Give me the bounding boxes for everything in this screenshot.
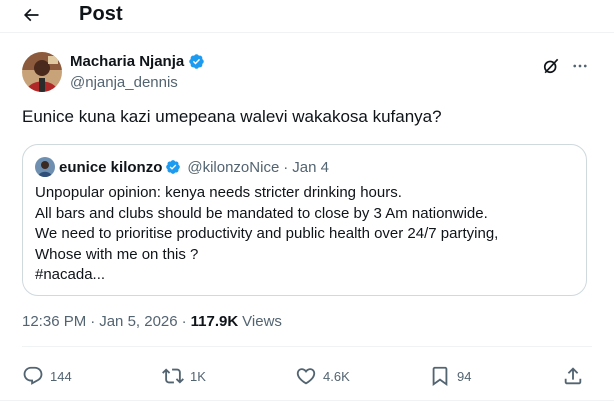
- actions-divider: [22, 346, 592, 347]
- reply-icon: [23, 366, 43, 385]
- repost-button[interactable]: 1K: [162, 362, 206, 390]
- quoted-post-header: eunice kilonzo @kilonzoNice · Jan 4: [35, 157, 329, 177]
- quoted-display-name[interactable]: eunice kilonzo: [59, 159, 162, 176]
- header-divider: [0, 32, 614, 33]
- author-handle[interactable]: @njanja_dennis: [70, 74, 178, 91]
- reply-button[interactable]: 144: [22, 362, 72, 390]
- meta-separator: ·: [181, 313, 187, 330]
- like-button[interactable]: 4.6K: [295, 362, 350, 390]
- verified-badge-icon: [166, 160, 181, 174]
- views-label: Views: [242, 313, 282, 330]
- post-date[interactable]: Jan 5, 2026: [99, 313, 177, 330]
- heart-icon: [296, 368, 316, 385]
- grok-icon: [543, 58, 559, 74]
- author-display-name[interactable]: Macharia Njanja: [70, 53, 184, 70]
- page-title: Post: [79, 3, 123, 25]
- quoted-line: Whose with me on this ?: [35, 245, 199, 263]
- more-horizontal-icon: [573, 64, 587, 68]
- quoted-line: #nacada...: [35, 266, 106, 283]
- verified-badge-icon: [189, 54, 204, 69]
- quoted-date[interactable]: Jan 4: [292, 159, 329, 176]
- bookmark-button[interactable]: 94: [429, 362, 471, 390]
- like-count: 4.6K: [323, 368, 350, 384]
- post-time[interactable]: 12:36 PM: [22, 313, 86, 330]
- meta-separator: ·: [90, 313, 96, 330]
- post-author: Macharia Njanja @njanja_dennis: [22, 52, 602, 96]
- author-name-line: Macharia Njanja: [70, 53, 205, 70]
- quoted-post[interactable]: eunice kilonzo @kilonzoNice · Jan 4 Unpo…: [22, 144, 587, 296]
- action-bar: 144 1K 4.6K 94: [22, 362, 592, 390]
- avatar[interactable]: [22, 52, 62, 92]
- more-options-button[interactable]: [567, 55, 593, 77]
- arrow-left-icon: [23, 8, 39, 22]
- quoted-post-text: Unpopular opinion: kenya needs stricter …: [35, 183, 575, 286]
- reply-count: 144: [50, 368, 72, 384]
- bookmark-count: 94: [457, 368, 472, 384]
- quoted-handle: @kilonzoNice: [187, 158, 280, 176]
- quoted-separator: ·: [283, 158, 289, 176]
- share-button[interactable]: [562, 362, 584, 390]
- repost-count: 1K: [190, 368, 206, 384]
- views-count: 117.9K: [190, 313, 239, 330]
- bookmark-icon: [432, 366, 448, 387]
- top-bar: Post: [0, 0, 614, 32]
- repost-icon: [162, 368, 184, 384]
- quoted-line: Unpopular opinion: kenya needs stricter …: [35, 184, 402, 201]
- back-button[interactable]: [16, 2, 46, 28]
- quoted-line: All bars and clubs should be mandated to…: [35, 204, 488, 222]
- post-text: Eunice kuna kazi umepeana walevi wakakos…: [22, 107, 442, 126]
- grok-button[interactable]: [540, 55, 562, 77]
- quoted-line: We need to prioritise productivity and p…: [35, 225, 499, 242]
- post-meta: 12:36 PM · Jan 5, 2026 · 117.9K Views: [22, 313, 282, 330]
- bottom-divider: [0, 400, 614, 401]
- quoted-avatar[interactable]: [35, 157, 55, 177]
- share-icon: [564, 367, 582, 385]
